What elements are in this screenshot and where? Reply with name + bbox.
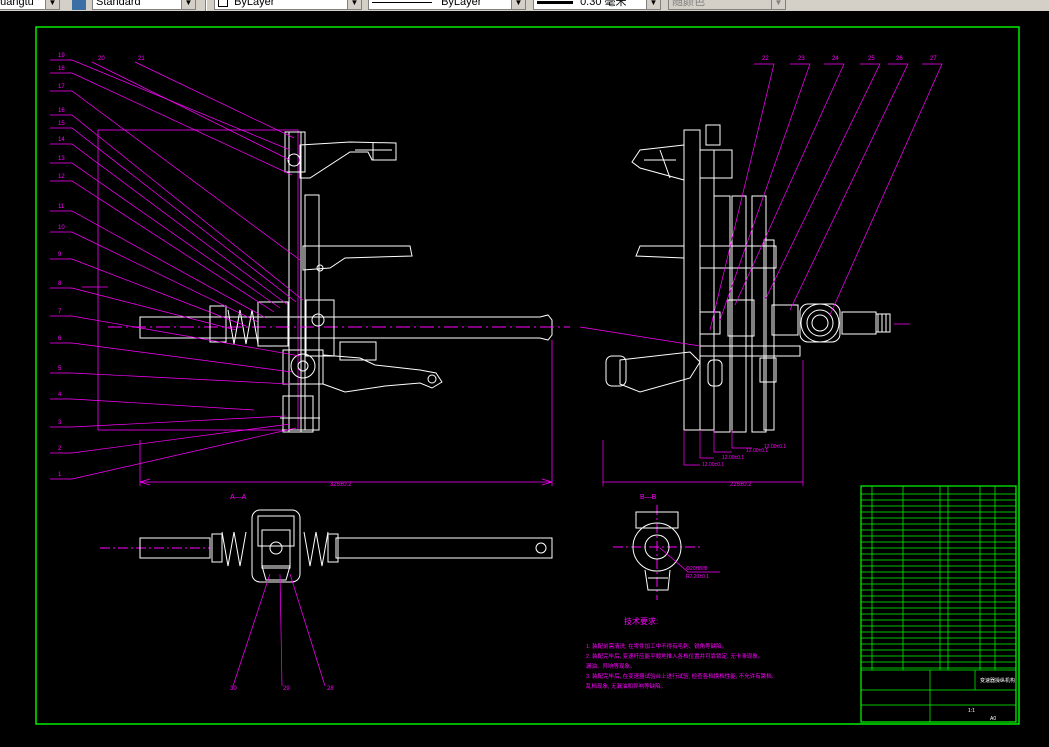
- tech-req-line: 乱档现象, 无漏油和异响等缺陷。: [586, 682, 666, 690]
- top-left-leaders: [91, 61, 295, 161]
- section-bb-view: [613, 505, 700, 600]
- balloon-number: 19: [58, 53, 65, 59]
- balloon-number: 5: [58, 366, 62, 372]
- balloon-number: 12: [58, 174, 65, 180]
- title-block: [860, 485, 1017, 723]
- tech-req-line: 2. 装配完毕后, 变速杆应能平顺地推入各档位置并可靠锁定, 无卡滞现象。: [586, 652, 763, 660]
- balloon-number: 11: [58, 204, 65, 210]
- linetype-sample-icon: [372, 1, 432, 3]
- balloon-number: 30: [230, 686, 237, 692]
- dimension-overall-length: 325±0.2: [330, 482, 352, 488]
- section-aa-leaders: [232, 573, 326, 687]
- tech-req-title: 技术要求:: [624, 616, 658, 626]
- side-view-dimensions: [579, 323, 910, 486]
- balloon-number: 23: [798, 56, 805, 62]
- tech-req-line: 漏油、异响等现象。: [586, 662, 636, 670]
- chevron-down-icon[interactable]: ▼: [45, 0, 59, 9]
- layer-color-value: ByLayer: [234, 0, 275, 8]
- left-balloons: 1918171615141312111098765432120 21: [58, 53, 145, 478]
- dimension-spacing-1: 12.00±0.1: [702, 462, 724, 468]
- chevron-down-icon[interactable]: ▼: [511, 0, 525, 9]
- balloon-number: 15: [58, 121, 65, 127]
- drawing-border: [35, 26, 1020, 725]
- top-right-leaders: [709, 63, 943, 331]
- lineweight-sample-icon: [537, 0, 573, 4]
- balloon-number: 1: [58, 472, 62, 478]
- balloon-number: 20: [98, 56, 105, 62]
- tech-req-line: 3. 装配完毕后, 在变速器试验台上进行试验, 检查各档换档性能, 不允许有跳档…: [586, 672, 777, 680]
- tech-req-line: 1. 装配前需清洗, 在零件加工中不得有毛刺、锐角等缺陷。: [586, 642, 727, 650]
- text-style-combo-partial[interactable]: huangtu ▼: [0, 0, 60, 10]
- balloon-number: 29: [283, 686, 290, 692]
- title-scale: 1:1: [968, 708, 975, 714]
- chevron-down-icon[interactable]: ▼: [181, 0, 195, 9]
- text-style-value: Standard: [96, 0, 141, 8]
- section-aa-balloons: 30 29 28: [230, 686, 334, 692]
- lineweight-value: 0.30 毫米: [580, 0, 627, 8]
- top-right-balloons: 22 23 24 25 26 27: [762, 56, 937, 62]
- balloon-number: 9: [58, 252, 62, 258]
- dimension-spacing-4: 12.00±0.1: [764, 444, 786, 450]
- balloon-number: 17: [58, 84, 65, 90]
- chevron-down-icon[interactable]: ▼: [646, 0, 660, 9]
- chevron-down-icon[interactable]: ▼: [771, 0, 785, 9]
- tech-req-lines: 1. 装配前需清洗, 在零件加工中不得有毛刺、锐角等缺陷。 2. 装配完毕后, 变…: [586, 642, 777, 690]
- balloon-number: 21: [138, 56, 145, 62]
- balloon-number: 2: [58, 446, 62, 452]
- text-style-prefix: huangtu: [0, 0, 34, 8]
- balloon-number: 8: [58, 281, 62, 287]
- properties-toolbar: huangtu ▼ Standard ▼ ByLayer ▼ ByLayer ▼…: [0, 0, 1049, 11]
- dimension-spacing-2: 12.00±0.1: [722, 455, 744, 461]
- balloon-number: 4: [58, 392, 62, 398]
- left-leaders: [50, 59, 304, 480]
- toolbar-separator: [205, 0, 207, 11]
- plotstyle-value: 随颜色: [672, 0, 705, 8]
- color-swatch-icon: [218, 0, 228, 8]
- balloon-number: 10: [58, 225, 65, 231]
- linetype-value: ByLayer: [441, 0, 482, 8]
- balloon-number: 16: [58, 108, 65, 114]
- title-sheet: A0: [990, 716, 996, 722]
- balloon-number: 3: [58, 420, 62, 426]
- balloon-number: 27: [930, 56, 937, 62]
- balloon-number: 6: [58, 336, 62, 342]
- section-aa-view: [100, 509, 553, 583]
- balloon-number: 14: [58, 137, 65, 143]
- balloon-number: 22: [762, 56, 769, 62]
- balloon-number: 28: [327, 686, 334, 692]
- balloon-number: 13: [58, 156, 65, 162]
- layer-color-combo[interactable]: ByLayer ▼: [214, 0, 362, 10]
- text-style-icon[interactable]: [72, 0, 86, 10]
- balloon-number: 25: [868, 56, 875, 62]
- plotstyle-combo[interactable]: 随颜色 ▼: [668, 0, 786, 10]
- text-style-combo[interactable]: Standard ▼: [92, 0, 196, 10]
- section-aa-label: A—A: [230, 494, 247, 501]
- section-bb-dim-1: Φ20H8/f8: [686, 566, 708, 572]
- dimension-side-width: 225±0.2: [730, 482, 752, 488]
- balloon-number: 7: [58, 309, 62, 315]
- front-view: [97, 129, 570, 433]
- balloon-number: 24: [832, 56, 839, 62]
- balloon-number: 26: [896, 56, 903, 62]
- chevron-down-icon[interactable]: ▼: [347, 0, 361, 9]
- lineweight-combo[interactable]: 0.30 毫米 ▼: [533, 0, 661, 10]
- section-bb-dim-2: R7.20±0.1: [686, 574, 709, 580]
- balloon-number: 18: [58, 66, 65, 72]
- section-bb-label: B—B: [640, 494, 657, 501]
- title-project-name: 变速器操纵机构: [980, 677, 1015, 684]
- linetype-combo[interactable]: ByLayer ▼: [368, 0, 526, 10]
- drawing-canvas[interactable]: 325±0.2 19 18 17 16 15 14 13 12 11 10 9 8 7 6 5 4 3 2 1 20 2…: [0, 11, 1049, 742]
